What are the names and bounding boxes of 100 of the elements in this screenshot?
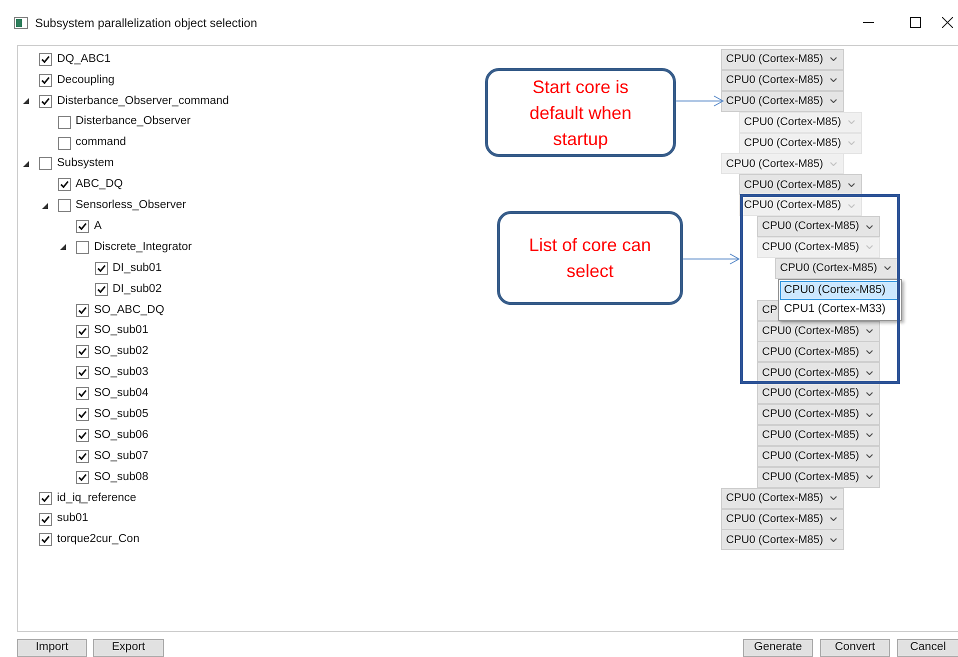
tree-item-label[interactable]: command bbox=[76, 134, 126, 152]
chevron-icon bbox=[830, 162, 837, 166]
core-dropdown[interactable]: CPU0 (Cortex-M85) bbox=[757, 320, 880, 342]
dropdown-option[interactable]: CPU1 (Cortex-M33) bbox=[780, 300, 900, 319]
core-dropdown[interactable]: CPU0 (Cortex-M85) bbox=[721, 488, 844, 509]
chevron-icon bbox=[884, 266, 891, 270]
core-dropdown[interactable]: CPU0 (Cortex-M85) bbox=[721, 70, 844, 91]
expander-icon[interactable] bbox=[42, 202, 48, 209]
checkbox[interactable] bbox=[39, 492, 52, 505]
pointer-arrow bbox=[676, 96, 724, 106]
tree-item-label[interactable]: SO_ABC_DQ bbox=[94, 302, 164, 319]
expander-icon[interactable] bbox=[60, 244, 66, 250]
chevron-icon bbox=[830, 57, 837, 62]
checkbox[interactable] bbox=[76, 220, 89, 234]
chevron-icon bbox=[866, 412, 873, 417]
tree-item-label[interactable]: Decoupling bbox=[57, 72, 115, 89]
checkbox[interactable] bbox=[39, 52, 52, 66]
checkbox[interactable] bbox=[58, 136, 70, 150]
tree-item-label[interactable]: Sensorless_Observer bbox=[76, 197, 186, 214]
chevron-icon bbox=[848, 182, 855, 187]
checkbox[interactable] bbox=[76, 470, 89, 484]
tree-item-label[interactable]: DQ_ABC1 bbox=[57, 50, 111, 68]
tree-item-label[interactable]: torque2cur_Con bbox=[57, 531, 140, 549]
chevron-icon bbox=[866, 245, 873, 250]
core-dropdown[interactable]: CPU0 (Cortex-M85) bbox=[721, 90, 844, 112]
checkbox[interactable] bbox=[76, 345, 89, 358]
checkbox[interactable] bbox=[39, 533, 52, 546]
dialog-button[interactable]: Export bbox=[93, 639, 164, 657]
core-dropdown[interactable]: CPU0 (Cortex-M85) bbox=[757, 404, 880, 426]
chevron-icon bbox=[848, 120, 855, 124]
core-dropdown[interactable]: CPU0 (Cortex-M85) bbox=[757, 341, 880, 362]
tree-item-label[interactable]: DI_sub02 bbox=[112, 280, 162, 298]
checkbox[interactable] bbox=[76, 366, 89, 380]
checkbox[interactable] bbox=[58, 178, 70, 192]
tree-item-label[interactable]: ABC_DQ bbox=[76, 176, 123, 194]
core-dropdown[interactable]: CPU0 (Cortex-M85) bbox=[757, 424, 880, 446]
chevron-icon bbox=[866, 454, 873, 458]
tree-item-label[interactable]: SO_sub01 bbox=[94, 322, 148, 340]
chevron-icon bbox=[848, 141, 855, 146]
core-dropdown[interactable]: CPU0 (Cortex-M85) bbox=[757, 446, 880, 467]
core-dropdown[interactable]: CPU0 (Cortex-M85) bbox=[757, 362, 880, 384]
tree-item-label[interactable]: SO_sub02 bbox=[94, 343, 148, 361]
tree-item-label[interactable]: Disterbance_Observer bbox=[76, 113, 191, 131]
checkbox[interactable] bbox=[39, 74, 52, 87]
checkbox[interactable] bbox=[76, 450, 89, 463]
checkbox[interactable] bbox=[76, 240, 89, 254]
chevron-icon bbox=[830, 78, 837, 82]
core-dropdown[interactable]: CPU0 (Cortex-M85) bbox=[775, 258, 898, 279]
tree-item-label[interactable]: sub01 bbox=[57, 510, 88, 528]
tree-item-label[interactable]: SO_sub07 bbox=[94, 448, 148, 465]
checkbox[interactable] bbox=[39, 94, 52, 108]
chevron-icon bbox=[830, 517, 837, 522]
expander-icon[interactable] bbox=[23, 160, 29, 167]
tree-item-label[interactable]: Discrete_Integrator bbox=[94, 238, 192, 256]
core-dropdown[interactable]: CPU0 (Cortex-M85) bbox=[739, 174, 862, 196]
chevron-icon bbox=[866, 475, 873, 480]
dialog-button[interactable]: Cancel bbox=[897, 639, 958, 657]
dialog-button[interactable]: Import bbox=[17, 639, 87, 657]
core-dropdown[interactable]: CPU0 (Cortex-M85) bbox=[721, 48, 844, 70]
core-dropdown[interactable]: CPU0 (Cortex-M85) bbox=[757, 216, 880, 238]
core-dropdown[interactable]: CPU0 (Cortex-M85) bbox=[721, 529, 844, 550]
tree-item-label[interactable]: SO_sub08 bbox=[94, 468, 148, 486]
chevron-icon bbox=[866, 350, 873, 354]
core-dropdown[interactable]: CPU0 (Cortex-M85) bbox=[721, 508, 844, 530]
tree-item-label[interactable]: DI_sub01 bbox=[112, 260, 162, 277]
close-icon[interactable] bbox=[942, 17, 953, 28]
core-dropdown[interactable]: CPU0 (Cortex-M85) bbox=[757, 383, 880, 404]
tree-item-label[interactable]: SO_sub03 bbox=[94, 364, 148, 382]
chevron-icon bbox=[848, 204, 855, 208]
tree-item-label[interactable]: id_iq_reference bbox=[57, 490, 136, 507]
expander-icon[interactable] bbox=[23, 98, 29, 104]
checkbox[interactable] bbox=[76, 324, 89, 338]
pointer-arrow bbox=[683, 254, 740, 264]
chevron-icon bbox=[866, 329, 873, 334]
checkbox[interactable] bbox=[58, 199, 70, 212]
callout-box: List of core can select bbox=[497, 211, 683, 305]
checkbox[interactable] bbox=[94, 262, 108, 275]
checkbox[interactable] bbox=[39, 157, 52, 170]
checkbox[interactable] bbox=[39, 512, 52, 526]
checkbox[interactable] bbox=[76, 428, 89, 442]
tree-item-label[interactable]: SO_sub06 bbox=[94, 426, 148, 444]
tree-item-label[interactable]: SO_sub05 bbox=[94, 406, 148, 424]
tree-item-label[interactable]: A bbox=[94, 218, 102, 236]
tree-item-label[interactable]: SO_sub04 bbox=[94, 385, 148, 402]
dialog-button[interactable]: Generate bbox=[743, 639, 813, 657]
checkbox[interactable] bbox=[94, 282, 108, 296]
minimize-icon[interactable] bbox=[862, 22, 874, 23]
dialog-button[interactable]: Convert bbox=[820, 639, 890, 657]
tree-item-label[interactable]: Disterbance_Observer_command bbox=[57, 92, 229, 110]
tree-item-label[interactable]: Subsystem bbox=[57, 155, 114, 173]
core-dropdown[interactable]: CPU0 (Cortex-M85) bbox=[757, 466, 880, 488]
app-icon bbox=[14, 16, 28, 28]
chevron-icon bbox=[830, 99, 837, 104]
checkbox[interactable] bbox=[58, 116, 70, 129]
checkbox[interactable] bbox=[76, 304, 89, 317]
maximize-icon[interactable] bbox=[910, 17, 920, 28]
chevron-icon bbox=[866, 224, 873, 229]
checkbox[interactable] bbox=[76, 408, 89, 422]
checkbox[interactable] bbox=[76, 387, 89, 400]
dropdown-option[interactable]: CPU0 (Cortex-M85) bbox=[780, 280, 900, 300]
